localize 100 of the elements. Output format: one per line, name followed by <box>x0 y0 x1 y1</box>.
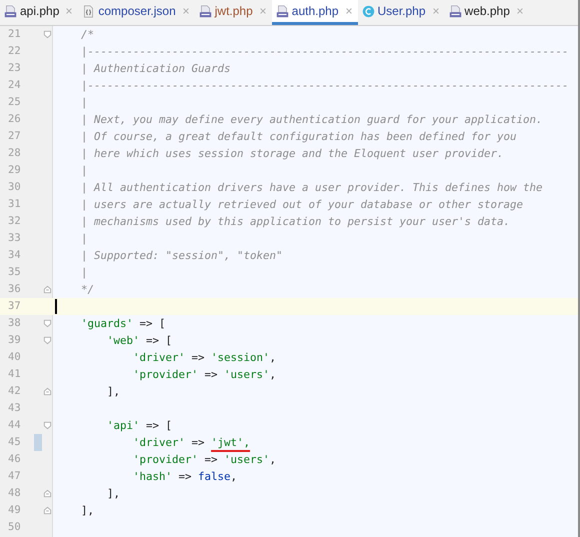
code-token: , <box>270 350 276 366</box>
line-number: 29 <box>7 163 22 178</box>
file-tab[interactable]: jwt.php <box>194 0 272 25</box>
file-tab[interactable]: User.php <box>358 0 445 25</box>
text-cursor <box>55 299 57 314</box>
code-token: => <box>204 367 219 383</box>
code-token: |-------------------------------------------------------------------------- <box>80 44 569 60</box>
line-number: 34 <box>7 248 22 263</box>
code-token: 'users' <box>224 452 270 468</box>
php-file-icon <box>448 4 462 18</box>
line-number: 40 <box>7 350 22 365</box>
file-tab[interactable]: api.php <box>0 0 78 25</box>
code-token: => <box>204 452 219 468</box>
fold-end-icon[interactable] <box>42 489 52 498</box>
code-token: | <box>80 95 88 111</box>
fold-icon[interactable] <box>42 421 52 430</box>
close-icon[interactable] <box>344 7 352 15</box>
code-token: 'driver' <box>132 350 186 366</box>
code-token: 'provider' <box>132 452 198 468</box>
code-token: => [ <box>138 316 166 332</box>
close-icon[interactable] <box>182 7 190 15</box>
fold-icon[interactable] <box>42 336 52 345</box>
line-number: 49 <box>7 503 22 518</box>
code-token: | here which uses session storage and the Eloquent user provider. <box>80 146 504 162</box>
code-token: => [ <box>145 418 172 434</box>
php-file-icon <box>198 4 212 18</box>
line-number: 33 <box>7 231 22 246</box>
line-number: 42 <box>7 384 22 399</box>
line-number: 27 <box>7 129 22 144</box>
code-token: | <box>80 231 88 247</box>
code-token: 'users' <box>224 367 270 383</box>
file-tab[interactable]: web.php <box>444 0 529 25</box>
line-number: 50 <box>7 520 22 535</box>
code-token: 'guards' <box>80 316 134 332</box>
code-token: , <box>230 469 238 485</box>
code-token: 'api' <box>106 418 140 434</box>
code-token: => <box>178 469 193 485</box>
code-token: /* <box>80 27 94 43</box>
line-number: 38 <box>7 316 22 331</box>
line-number: 45 <box>7 435 22 450</box>
line-number: 25 <box>7 95 22 110</box>
line-number: 31 <box>7 197 22 212</box>
code-token: | users are actually retrieved out of your database or other storage <box>80 197 524 213</box>
line-number: 41 <box>7 367 22 382</box>
file-tab[interactable]: composer.json <box>78 0 195 25</box>
code-token: | All authentication drivers have a user provider. This defines how the <box>80 180 543 196</box>
line-number: 22 <box>7 44 22 59</box>
php-file-icon <box>276 4 289 18</box>
code-token: ], <box>106 486 120 502</box>
code-token: | Authentication Guards <box>80 61 231 77</box>
code-token: |-------------------------------------------------------------------------- <box>80 78 569 94</box>
code-token: 'hash' <box>132 469 172 485</box>
class-icon <box>362 4 374 18</box>
fold-end-icon[interactable] <box>42 506 52 515</box>
line-number: 43 <box>7 401 22 416</box>
code-token: | Supported: "session", "token" <box>80 248 283 264</box>
close-icon[interactable] <box>432 7 440 15</box>
file-tab[interactable]: auth.php <box>272 0 358 25</box>
underlined-code-token: 'jwt', <box>211 435 250 451</box>
line-number: 44 <box>7 418 22 433</box>
line-number: 24 <box>7 78 22 93</box>
fold-end-icon[interactable] <box>42 387 52 396</box>
line-number: 32 <box>7 214 22 229</box>
fold-end-icon[interactable] <box>42 285 52 294</box>
code-token: ], <box>80 503 94 519</box>
line-number: 48 <box>7 486 22 501</box>
line-number: 36 <box>7 282 22 297</box>
code-token: 'session' <box>211 350 270 366</box>
code-token: => [ <box>145 333 172 349</box>
line-number: 28 <box>7 146 22 161</box>
close-icon[interactable] <box>258 7 267 15</box>
fold-icon[interactable] <box>42 30 52 39</box>
code-token: => <box>190 435 206 451</box>
line-number: 30 <box>7 180 22 195</box>
code-token: | Next, you may define every authentication guard for your application. <box>80 112 543 128</box>
fold-icon[interactable] <box>42 319 52 328</box>
line-number: 23 <box>7 61 22 76</box>
line-number: 26 <box>7 112 22 127</box>
line-number: 37 <box>7 299 22 314</box>
line-number: 35 <box>7 265 22 280</box>
code-token: ], <box>106 384 120 400</box>
line-number: 46 <box>7 452 22 467</box>
php-file-icon <box>4 4 17 18</box>
code-token: => <box>190 350 206 366</box>
code-token: false <box>198 469 231 485</box>
code-token: | <box>80 265 88 281</box>
code-token: | <box>80 163 88 179</box>
close-icon[interactable] <box>516 7 524 15</box>
code-token: | mechanisms used by this application to persist your user's data. <box>80 214 510 230</box>
json-file-icon <box>82 4 96 18</box>
code-token: , <box>270 367 276 383</box>
code-token: 'web' <box>106 333 140 349</box>
code-token: | Of course, a great default configuration has been defined for you <box>80 129 517 145</box>
close-icon[interactable] <box>65 7 74 15</box>
code-token: 'driver' <box>132 435 186 451</box>
line-number: 39 <box>7 333 22 348</box>
code-token: */ <box>80 282 94 298</box>
line-number: 47 <box>7 469 22 484</box>
line-number: 21 <box>7 27 22 42</box>
code-token: , <box>270 452 276 468</box>
